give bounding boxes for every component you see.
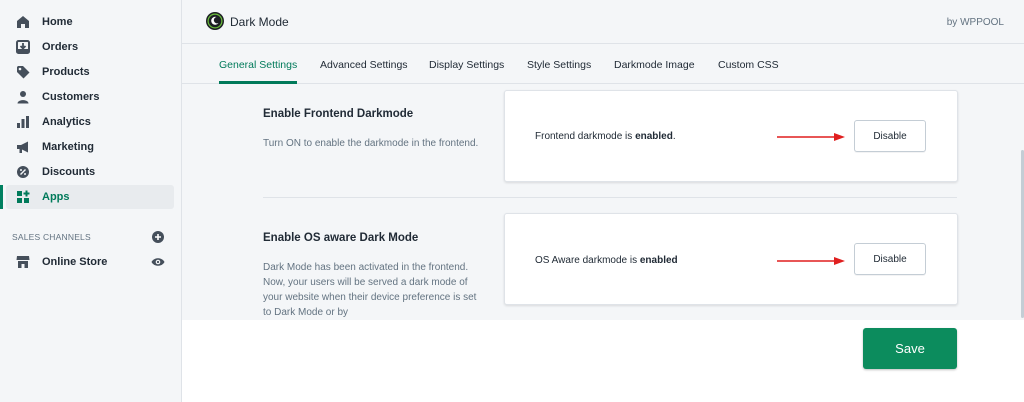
store-icon <box>15 254 31 270</box>
settings-panel: Dark Mode by WPPOOL General Settings Adv… <box>182 0 1024 320</box>
tab-style-settings[interactable]: Style Settings <box>527 59 591 71</box>
os-aware-status-value: enabled <box>639 255 678 266</box>
main-content: Dark Mode by WPPOOL General Settings Adv… <box>182 0 1024 402</box>
add-circle-icon[interactable] <box>152 230 164 243</box>
save-button[interactable]: Save <box>863 328 957 369</box>
home-icon <box>15 14 31 30</box>
megaphone-icon <box>15 139 31 155</box>
sidebar-item-home[interactable]: Home <box>6 10 174 34</box>
tab-custom-css[interactable]: Custom CSS <box>718 59 779 71</box>
tab-general-settings[interactable]: General Settings <box>219 59 297 71</box>
person-icon <box>15 89 31 105</box>
frontend-section-description: Turn ON to enable the darkmode in the fr… <box>263 138 479 149</box>
frontend-section-title: Enable Frontend Darkmode <box>263 108 414 120</box>
sidebar-item-label: Analytics <box>42 116 91 128</box>
app-vendor: by WPPOOL <box>946 17 1004 28</box>
frontend-status-text: Frontend darkmode is enabled. <box>535 131 676 142</box>
orders-icon <box>15 39 31 55</box>
sidebar-item-label: Marketing <box>42 141 94 153</box>
apps-icon <box>15 189 31 205</box>
sidebar-item-discounts[interactable]: Discounts <box>6 160 174 184</box>
sidebar-item-label: Home <box>42 16 73 28</box>
sidebar-item-orders[interactable]: Orders <box>6 35 174 59</box>
active-tab-underline <box>219 81 297 84</box>
sidebar-item-analytics[interactable]: Analytics <box>6 110 174 134</box>
frontend-status-value: enabled <box>635 131 673 142</box>
os-aware-disable-button[interactable]: Disable <box>854 243 926 275</box>
red-arrow-icon <box>777 257 845 265</box>
os-aware-section-description: Dark Mode has been activated in the fron… <box>263 262 477 318</box>
tab-darkmode-image[interactable]: Darkmode Image <box>614 59 695 71</box>
sidebar-item-apps[interactable]: Apps <box>6 185 174 209</box>
app-title: Dark Mode <box>230 15 289 29</box>
sidebar-item-label: Customers <box>42 91 100 103</box>
section-divider <box>263 197 957 198</box>
tab-display-settings[interactable]: Display Settings <box>429 59 504 71</box>
sidebar-item-customers[interactable]: Customers <box>6 85 174 109</box>
app-header: Dark Mode by WPPOOL <box>182 0 1024 44</box>
eye-icon[interactable] <box>151 255 165 267</box>
frontend-disable-button[interactable]: Disable <box>854 120 926 152</box>
sidebar-item-online-store[interactable]: Online Store <box>6 250 174 274</box>
sidebar-item-label: Apps <box>42 191 70 203</box>
sales-channels-heading: SALES CHANNELS <box>12 232 91 242</box>
bar-chart-icon <box>15 114 31 130</box>
os-aware-status-text: OS Aware darkmode is enabled <box>535 255 678 266</box>
sidebar-item-marketing[interactable]: Marketing <box>6 135 174 159</box>
sidebar-item-label: Online Store <box>42 256 108 268</box>
discount-icon <box>15 164 31 180</box>
red-arrow-icon <box>777 133 845 141</box>
sidebar-item-label: Orders <box>42 41 79 53</box>
frontend-status-card: Frontend darkmode is enabled. Disable <box>504 90 958 182</box>
sidebar: Home Orders Products Customers Analytics… <box>0 0 182 402</box>
os-aware-status-card: OS Aware darkmode is enabled Disable <box>504 213 958 305</box>
sidebar-item-products[interactable]: Products <box>6 60 174 84</box>
tag-icon <box>15 64 31 80</box>
sidebar-item-label: Products <box>42 66 90 78</box>
tab-advanced-settings[interactable]: Advanced Settings <box>320 59 408 71</box>
sidebar-item-label: Discounts <box>42 166 96 178</box>
active-indicator <box>0 185 3 209</box>
os-aware-section-title: Enable OS aware Dark Mode <box>263 232 419 244</box>
settings-tabs: General Settings Advanced Settings Displ… <box>182 44 1024 84</box>
dark-mode-logo-icon <box>206 12 224 30</box>
